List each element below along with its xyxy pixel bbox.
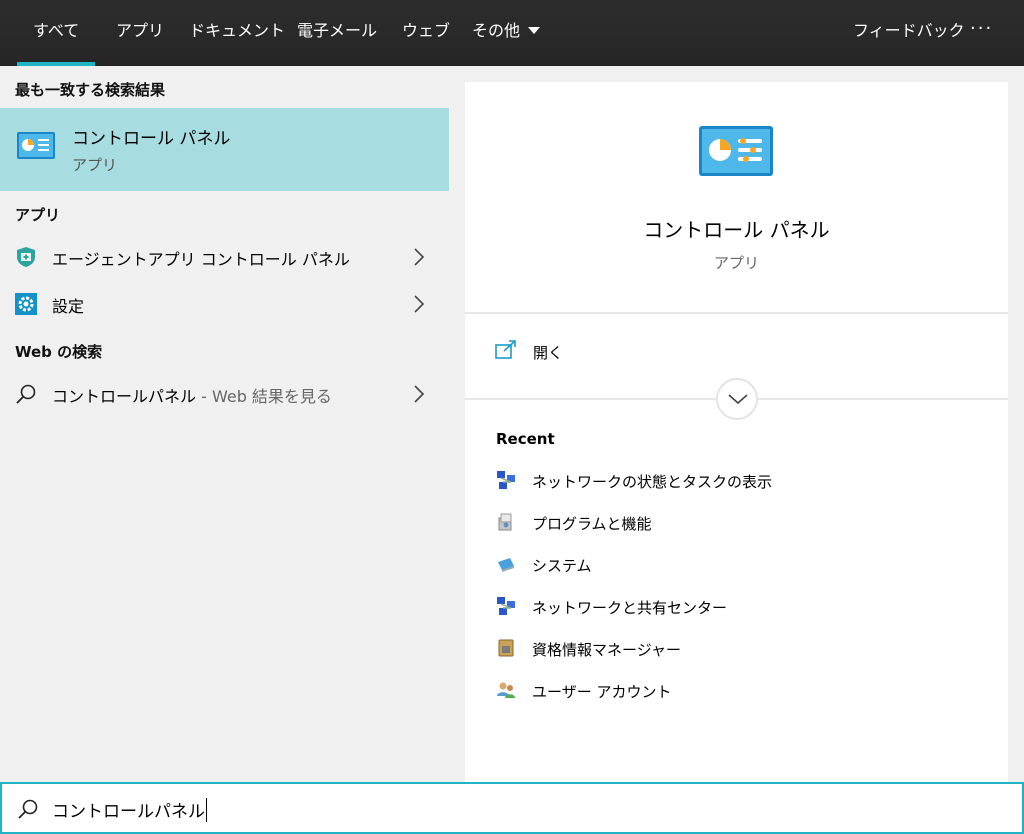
web-result-query: コントロールパネル [52,387,197,406]
chevron-right-icon[interactable] [413,294,425,314]
control-panel-icon [17,132,55,159]
tab-apps[interactable]: アプリ [116,0,164,66]
app-result-settings[interactable]: 設定 [0,281,449,327]
chevron-down-icon [528,27,541,34]
recent-item[interactable]: ユーザー アカウント [496,678,976,704]
web-result-item[interactable]: コントロールパネル - Web 結果を見る [0,371,449,417]
tab-web[interactable]: ウェブ [402,0,450,66]
network-icon [497,597,515,615]
best-match-title: コントロール パネル [72,129,231,149]
tab-more-label: その他 [472,21,521,40]
recent-item[interactable]: ネットワークの状態とタスクの表示 [496,468,976,494]
credential-icon [498,639,514,657]
best-match-item[interactable]: コントロール パネル アプリ [0,108,449,191]
recent-item-label: 資格情報マネージャー [532,641,681,659]
open-external-icon [495,340,516,359]
recent-item[interactable]: システム [496,552,976,578]
best-match-heading: 最も一致する検索結果 [15,81,166,99]
tab-more[interactable]: その他 [472,0,541,66]
apps-heading: アプリ [15,206,61,224]
recent-item-label: ネットワークの状態とタスクの表示 [532,473,773,491]
recent-item-label: システム [532,557,592,575]
search-input-value: コントロールパネル [52,802,205,822]
preview-subtitle: アプリ [713,254,759,272]
search-icon [16,384,36,404]
search-box[interactable]: コントロールパネル [0,782,1024,834]
recent-item[interactable]: 資格情報マネージャー [496,636,976,662]
more-options-button[interactable]: ··· [970,0,993,58]
best-match-subtitle: アプリ [72,156,118,174]
feedback-button[interactable]: フィードバック [853,0,965,62]
web-search-heading: Web の検索 [15,343,103,361]
expand-button[interactable] [716,378,758,420]
search-filter-bar: すべて アプリ ドキュメント 電子メール ウェブ その他 フィードバック ··· [0,0,1024,66]
shield-icon [17,247,35,267]
chevron-down-icon [728,394,748,405]
results-list: 最も一致する検索結果 コントロール パネル アプリ アプリ エージェントアプリ … [0,66,449,782]
control-panel-icon [699,126,773,176]
gear-icon [15,293,37,315]
preview-pane: コントロール パネル アプリ 開く Recent ネットワークの状態とタスクの表… [465,82,1008,782]
open-label: 開く [533,344,564,362]
recent-item-label: プログラムと機能 [532,515,652,533]
users-icon [497,682,515,698]
network-icon [497,471,515,489]
web-result-label: コントロールパネル - Web 結果を見る [52,383,332,407]
tab-all[interactable]: すべて [16,0,96,66]
recent-heading: Recent [496,430,555,448]
system-icon [498,558,514,572]
web-result-suffix: - Web 結果を見る [196,387,332,406]
search-icon [18,799,38,819]
recent-item-label: ユーザー アカウント [532,683,672,701]
app-result-agent-control-panel[interactable]: エージェントアプリ コントロール パネル [0,234,449,280]
app-result-label: 設定 [52,297,85,316]
preview-title: コントロール パネル [643,218,830,242]
recent-item[interactable]: プログラムと機能 [496,510,976,536]
divider [465,312,1008,314]
tab-email[interactable]: 電子メール [297,0,377,66]
recent-item[interactable]: ネットワークと共有センター [496,594,976,620]
app-result-label: エージェントアプリ コントロール パネル [52,250,350,269]
chevron-right-icon[interactable] [413,247,425,267]
tab-documents[interactable]: ドキュメント [189,0,285,66]
recent-item-label: ネットワークと共有センター [532,599,728,617]
text-cursor [206,798,207,822]
search-input[interactable]: コントロールパネル [52,797,207,822]
programs-icon [498,513,512,531]
chevron-right-icon[interactable] [413,384,425,404]
